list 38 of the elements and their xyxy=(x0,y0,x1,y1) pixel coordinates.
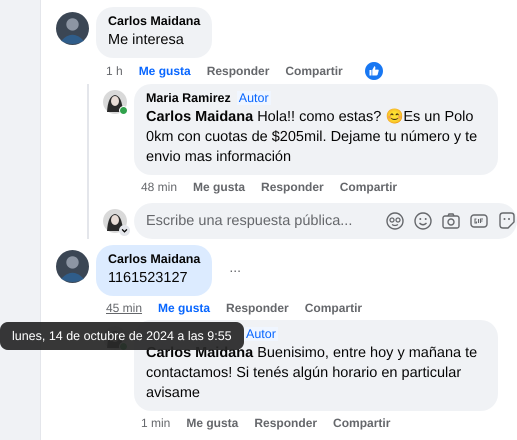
sticker-icon[interactable] xyxy=(497,211,517,231)
reply-field[interactable]: Escribe una respuesta pública... xyxy=(134,203,517,239)
author-badge: Autor xyxy=(236,91,271,105)
avatar-icon[interactable] xyxy=(103,90,127,114)
emoji-icon[interactable] xyxy=(413,211,433,231)
avatar-sticker-icon[interactable] xyxy=(385,211,405,231)
share-link[interactable]: Compartir xyxy=(285,63,343,79)
chevron-down-icon[interactable] xyxy=(119,225,130,236)
comment-text: 1161523127 xyxy=(108,269,189,288)
avatar-icon[interactable] xyxy=(103,209,127,233)
share-link[interactable]: Compartir xyxy=(340,179,398,195)
more-button[interactable]: ... xyxy=(219,259,252,275)
author-name[interactable]: Carlos Maidana xyxy=(108,14,200,28)
reply-link[interactable]: Responder xyxy=(261,179,324,195)
timestamp-link[interactable]: 48 min xyxy=(141,179,178,195)
like-link[interactable]: Me gusta xyxy=(138,63,191,79)
like-link[interactable]: Me gusta xyxy=(186,415,238,431)
reply-link[interactable]: Responder xyxy=(206,63,270,79)
timestamp-link[interactable]: 1 h xyxy=(106,63,123,79)
reply-link[interactable]: Responder xyxy=(254,415,318,431)
thumbs-up-icon[interactable] xyxy=(364,62,383,80)
share-link[interactable]: Compartir xyxy=(333,415,390,431)
share-link[interactable]: Compartir xyxy=(304,300,362,316)
comment-text: Carlos Maidana Hola!! como estas? 😊Es un Polo 0km con cuotas de $205mil. Dejame tu número y te envio mas información xyxy=(146,108,478,167)
camera-icon[interactable] xyxy=(441,211,461,231)
date-tooltip: lunes, 14 de octubre de 2024 a las 9:55 xyxy=(0,322,244,350)
avatar-icon[interactable] xyxy=(56,250,89,283)
avatar-icon[interactable] xyxy=(56,12,89,45)
timestamp-link[interactable]: 45 min xyxy=(106,300,142,316)
like-link[interactable]: Me gusta xyxy=(158,300,210,316)
comment-text: Me interesa xyxy=(108,31,185,50)
author-badge: Autor xyxy=(244,327,278,341)
reply-input[interactable]: Escribe una respuesta pública... xyxy=(144,212,385,230)
like-link[interactable]: Me gusta xyxy=(193,179,246,195)
reply-link[interactable]: Responder xyxy=(226,300,289,316)
author-name[interactable]: Maria Ramirez xyxy=(146,91,231,105)
author-name[interactable]: Carlos Maidana xyxy=(108,252,200,266)
timestamp-link[interactable]: 1 min xyxy=(141,415,170,431)
